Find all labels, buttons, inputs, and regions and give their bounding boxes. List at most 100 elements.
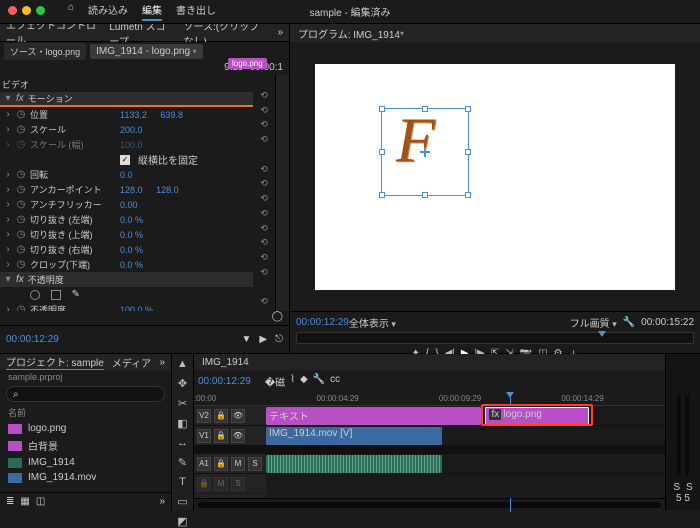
project-item[interactable]: 白背景: [0, 436, 171, 455]
clip-logo[interactable]: fx logo.png: [485, 407, 589, 425]
menu-edit[interactable]: 編集: [142, 2, 162, 21]
program-canvas[interactable]: F: [315, 64, 675, 290]
clip-text[interactable]: テキスト: [266, 407, 481, 425]
stopwatch-icon[interactable]: ◷: [16, 109, 26, 120]
playhead-icon[interactable]: [598, 331, 606, 337]
filter-icon[interactable]: ▼: [241, 334, 251, 345]
effect-mini-timeline[interactable]: [275, 75, 289, 311]
lock-icon[interactable]: 🔒: [214, 409, 228, 423]
quality-select[interactable]: フル画質 ▾: [570, 315, 617, 330]
export-icon[interactable]: ⎋: [275, 334, 283, 345]
position-x[interactable]: 1133.2: [120, 110, 147, 120]
project-items: logo.png 白背景IMG_1914IMG_1914.mov: [0, 421, 171, 492]
eye-icon[interactable]: 👁: [231, 409, 245, 423]
rotation-value[interactable]: 0.0: [120, 170, 133, 180]
checkbox-checked-icon[interactable]: ✓: [120, 155, 130, 165]
tool-7[interactable]: ▭: [177, 495, 187, 508]
item-name: logo.png: [28, 423, 66, 434]
source-tab-logo[interactable]: ソース・logo.png: [4, 43, 86, 60]
project-item[interactable]: IMG_1914.mov: [0, 470, 171, 485]
tab-project[interactable]: プロジェクト: sample: [6, 354, 104, 370]
expand-icon[interactable]: ▾: [4, 93, 12, 104]
program-tc-left[interactable]: 00:00:12:29: [296, 317, 349, 328]
tool-4[interactable]: ↔: [177, 437, 188, 449]
timeline-tracks[interactable]: テキスト fx logo.png IMG_1914.mov [V]: [266, 406, 665, 498]
effect-footer: 00:00:12:29 ▼ ▶ ⎋: [0, 325, 289, 353]
tool-2[interactable]: ✂: [178, 397, 187, 410]
column-name[interactable]: 名前: [0, 404, 171, 421]
prop-scale: ›◷ スケール 200.0: [0, 122, 253, 137]
project-filename: sample.prproj: [0, 370, 171, 384]
icon-view-icon[interactable]: ▦: [20, 496, 29, 507]
track-a1[interactable]: [266, 454, 665, 474]
ellipse-mask-icon[interactable]: [30, 290, 40, 300]
selected-clip-overlay[interactable]: F: [381, 108, 469, 196]
tool-palette: ▲✥✂◧↔✎T▭◩: [172, 354, 194, 510]
source-tab-composite[interactable]: IMG_1914 - logo.png ▾: [90, 44, 202, 59]
tool-3[interactable]: ◧: [177, 417, 187, 430]
play-icon[interactable]: ▶: [259, 334, 267, 345]
maximize-icon[interactable]: [36, 6, 45, 15]
clip-audio[interactable]: [266, 455, 442, 473]
track-v2[interactable]: テキスト fx logo.png: [266, 406, 665, 426]
rect-mask-icon[interactable]: [51, 290, 61, 300]
color-swatch: [8, 441, 22, 451]
tool-0[interactable]: ▲: [177, 358, 188, 370]
clip-name-badge: logo.png: [228, 58, 267, 69]
keyframe-reset-column: ⟲⟲⟲⟲⟲⟲⟲⟲⟲⟲⟲⟲⟲: [253, 75, 275, 311]
wrench-icon[interactable]: 🔧: [623, 317, 635, 328]
effect-timecode[interactable]: 00:00:12:29: [6, 334, 59, 345]
tool-6[interactable]: T: [179, 476, 186, 488]
minimize-icon[interactable]: [22, 6, 31, 15]
cc-icon[interactable]: cc: [330, 374, 340, 389]
position-y[interactable]: 639.8: [160, 110, 183, 120]
project-item[interactable]: IMG_1914: [0, 455, 171, 470]
tool-8[interactable]: ◩: [177, 515, 187, 528]
expand-icon[interactable]: ›: [4, 109, 12, 120]
project-item[interactable]: logo.png: [0, 421, 171, 436]
wrench-icon[interactable]: 🔧: [313, 374, 325, 389]
menu-import[interactable]: 読み込み: [88, 2, 128, 21]
tool-1[interactable]: ✥: [178, 377, 187, 390]
scale-value[interactable]: 200.0: [120, 125, 143, 135]
track-toggle[interactable]: V2: [197, 409, 211, 423]
menu-export[interactable]: 書き出し: [176, 2, 216, 21]
pen-mask-icon[interactable]: ✎: [72, 289, 80, 300]
program-tab[interactable]: プログラム: IMG_1914 ▾: [290, 24, 700, 42]
tool-5[interactable]: ✎: [178, 456, 187, 469]
track-v1-header[interactable]: V1🔒👁: [194, 426, 266, 446]
fit-select[interactable]: 全体表示 ▾: [349, 315, 396, 330]
audio-meters: SS 5 5: [666, 354, 700, 510]
zoom-scrollbar[interactable]: [198, 502, 661, 508]
prop-rotation: ›◷ 回転 0.0: [0, 167, 253, 182]
track-v1[interactable]: IMG_1914.mov [V]: [266, 426, 665, 446]
list-view-icon[interactable]: ≣: [6, 496, 14, 507]
track-a1-header[interactable]: A1🔒MS: [194, 454, 266, 474]
timeline-panel: IMG_1914 00:00:12:29 �磁 ⌇ ◆ 🔧 cc :00:000…: [194, 354, 666, 510]
search-input[interactable]: ⌕: [6, 386, 165, 402]
link-icon[interactable]: ⌇: [290, 374, 295, 389]
section-opacity[interactable]: ▾fx 不透明度: [0, 272, 253, 287]
overflow-icon[interactable]: »: [277, 27, 283, 38]
close-icon[interactable]: [8, 6, 17, 15]
home-icon[interactable]: ⌂: [68, 2, 74, 21]
section-motion[interactable]: ▾ fx モーション: [0, 92, 253, 107]
overflow-icon[interactable]: »: [159, 496, 165, 507]
clip-video[interactable]: IMG_1914.mov [V]: [266, 427, 442, 445]
track-v2-header[interactable]: V2🔒👁: [194, 406, 266, 426]
prop-lock-aspect[interactable]: ✓ 縦横比を固定: [0, 152, 253, 167]
freeform-icon[interactable]: ◫: [36, 496, 45, 507]
program-scrubber[interactable]: [296, 332, 694, 344]
search-icon: ⌕: [13, 389, 19, 400]
overflow-icon[interactable]: »: [159, 357, 165, 368]
mac-window-controls: [8, 6, 45, 15]
anchor-icon[interactable]: [420, 147, 430, 157]
settings-icon[interactable]: ◯: [272, 311, 283, 325]
timeline-timecode[interactable]: 00:00:12:29: [198, 376, 251, 387]
track-headers: V2🔒👁 V1🔒👁 A1🔒MS 🔒MS: [194, 406, 266, 498]
sequence-tab[interactable]: IMG_1914: [202, 357, 249, 368]
timeline-ruler[interactable]: :00:0000:00:04:2900:00:09:2900:00:14:29: [194, 392, 665, 406]
marker-icon[interactable]: ◆: [300, 374, 308, 389]
snap-icon[interactable]: �磁: [265, 374, 285, 389]
tab-media[interactable]: メディア: [112, 355, 151, 370]
